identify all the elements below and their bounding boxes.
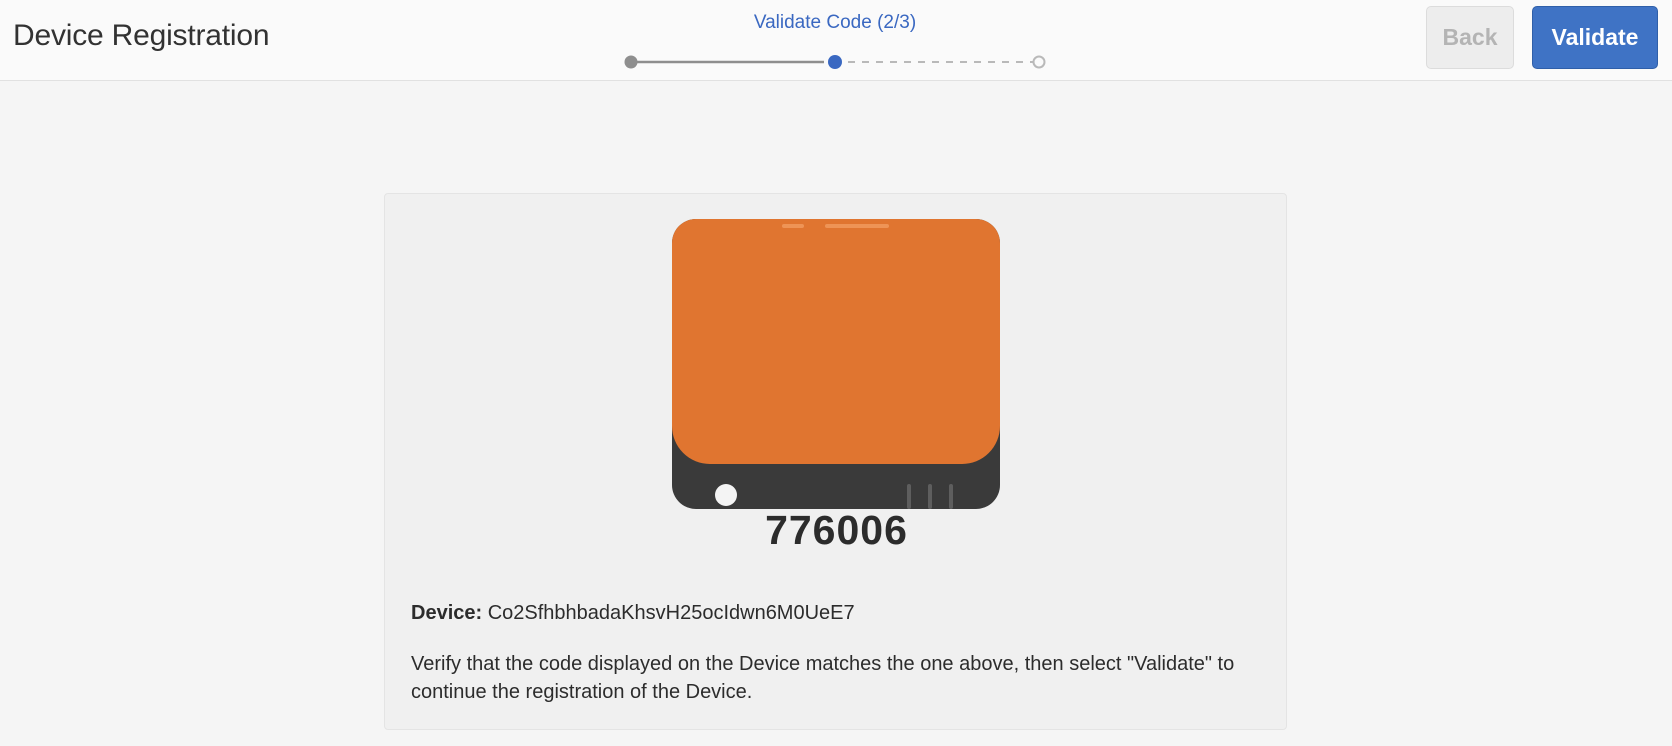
- instructions-text: Verify that the code displayed on the De…: [411, 653, 1235, 703]
- back-button[interactable]: Back: [1426, 6, 1514, 69]
- step-1-dot: [624, 55, 638, 69]
- step-label: Validate Code (2/3): [753, 12, 917, 33]
- step-3-dot: [1032, 55, 1046, 69]
- validation-code: 776006: [765, 507, 908, 553]
- wizard-stepper: Validate Code (2/3): [620, 0, 1050, 81]
- device-label: Device:: [411, 602, 483, 624]
- device-info: Device: Co2SfhbhbadaKhsvH25ocIdwn6M0UeE7: [411, 602, 855, 625]
- device-id: Co2SfhbhbadaKhsvH25ocIdwn6M0UeE7: [487, 602, 855, 624]
- top-bar: Device Registration Validate Code (2/3) …: [0, 0, 1672, 81]
- stepper-track: [624, 55, 1046, 69]
- page-title: Device Registration: [13, 19, 270, 52]
- validation-card: 776006 Device: Co2SfhbhbadaKhsvH25ocIdwn…: [384, 193, 1287, 730]
- device-illustration-icon: [672, 219, 1000, 509]
- step-2-dot: [828, 55, 842, 69]
- validate-button[interactable]: Validate: [1532, 6, 1658, 69]
